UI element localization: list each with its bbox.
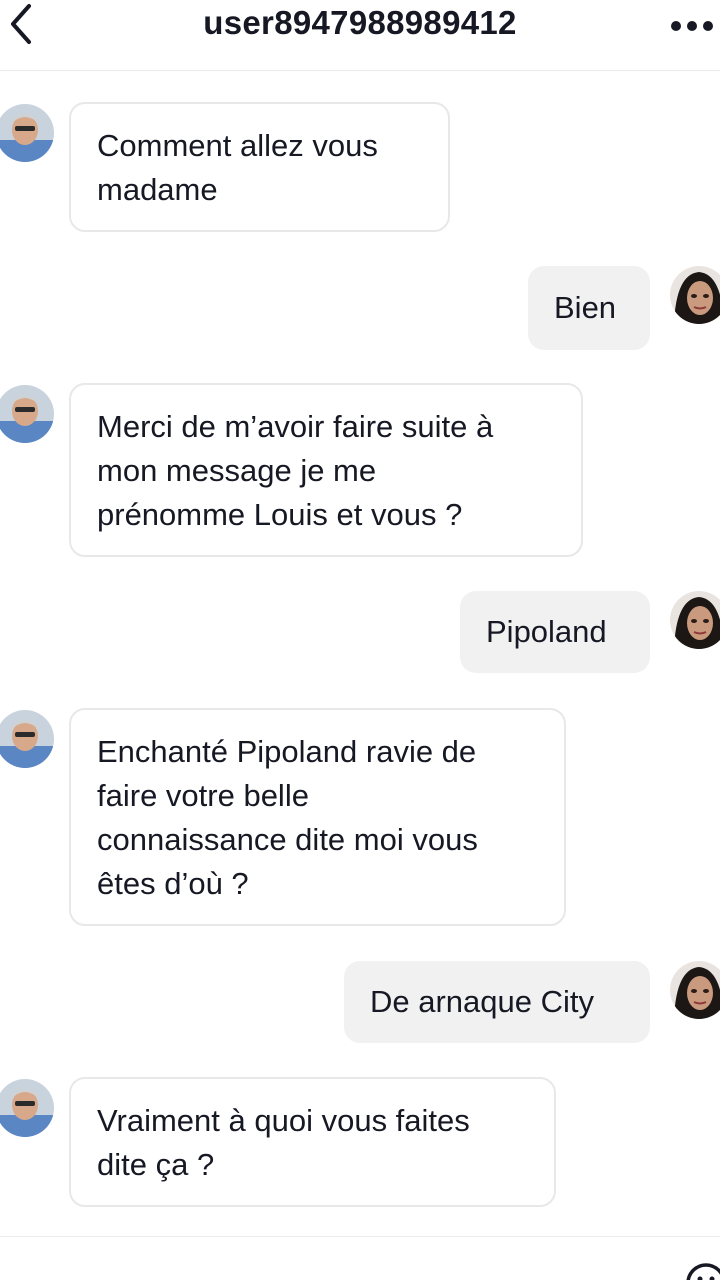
chat-header: user8947988989412 — [0, 0, 720, 71]
my-avatar[interactable] — [670, 266, 720, 324]
chat-title[interactable]: user8947988989412 — [0, 4, 720, 42]
message-bubble-incoming[interactable]: Enchanté Pipoland ravie de faire votre b… — [69, 708, 566, 926]
my-avatar[interactable] — [670, 961, 720, 1019]
message-input-bar[interactable] — [0, 1236, 720, 1280]
message-bubble-outgoing[interactable]: Bien — [528, 266, 650, 350]
message-bubble-incoming[interactable]: Merci de m’avoir faire suite à mon messa… — [69, 383, 583, 557]
message-bubble-outgoing[interactable]: De arnaque City — [344, 961, 650, 1043]
emoji-button[interactable] — [684, 1261, 720, 1280]
message-text: Pipoland — [486, 614, 607, 649]
message-text: Bien — [554, 290, 617, 325]
message-text-line: dite ça ? — [97, 1147, 215, 1182]
chat-screen: user8947988989412 Comment allez vous mad… — [0, 0, 720, 1280]
message-text-line: Merci de m’avoir faire suite à — [97, 409, 494, 444]
message-text-line: madame — [97, 172, 218, 207]
message-text-line: Comment allez vous — [97, 128, 378, 163]
my-avatar[interactable] — [670, 591, 720, 649]
message-bubble-incoming[interactable]: Vraiment à quoi vous faites dite ça ? — [69, 1077, 556, 1207]
more-options-button[interactable] — [664, 6, 720, 46]
sender-avatar[interactable] — [0, 385, 54, 443]
emoji-icon — [686, 1263, 720, 1280]
message-text-line: prénomme Louis et vous ? — [97, 497, 463, 532]
sender-avatar[interactable] — [0, 1079, 54, 1137]
message-text-line: êtes d’où ? — [97, 866, 249, 901]
sender-avatar[interactable] — [0, 104, 54, 162]
sender-avatar[interactable] — [0, 710, 54, 768]
message-bubble-outgoing[interactable]: Pipoland — [460, 591, 650, 673]
message-text-line: mon message je me — [97, 453, 377, 488]
message-text-line: Vraiment à quoi vous faites — [97, 1103, 470, 1138]
message-text-line: connaissance dite moi vous — [97, 822, 478, 857]
message-text-line: Enchanté Pipoland ravie de — [97, 734, 477, 769]
message-bubble-incoming[interactable]: Comment allez vous madame — [69, 102, 450, 232]
message-text: De arnaque City — [370, 984, 595, 1019]
more-horizontal-icon — [671, 21, 713, 31]
message-text-line: faire votre belle — [97, 778, 309, 813]
